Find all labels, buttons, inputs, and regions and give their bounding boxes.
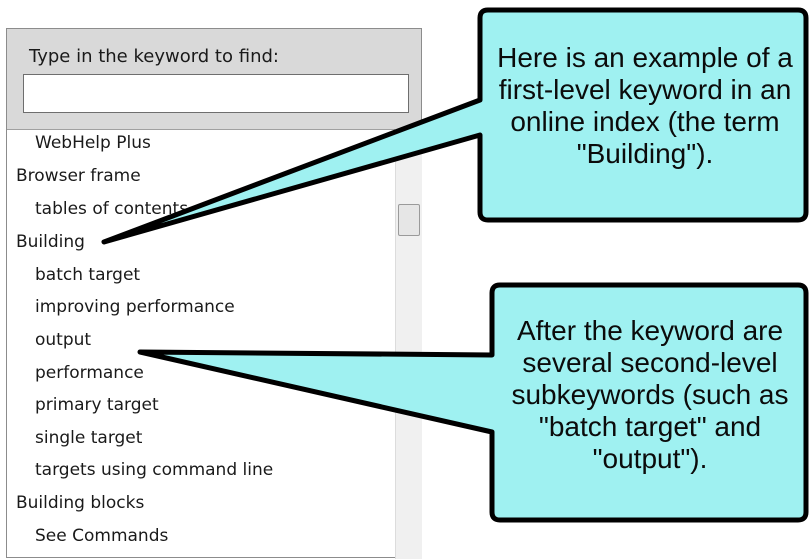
callout-top-text: Here is an example of a first-level keyw…: [497, 42, 793, 169]
callout-bottom-text: After the keyword are several second-lev…: [511, 315, 789, 474]
